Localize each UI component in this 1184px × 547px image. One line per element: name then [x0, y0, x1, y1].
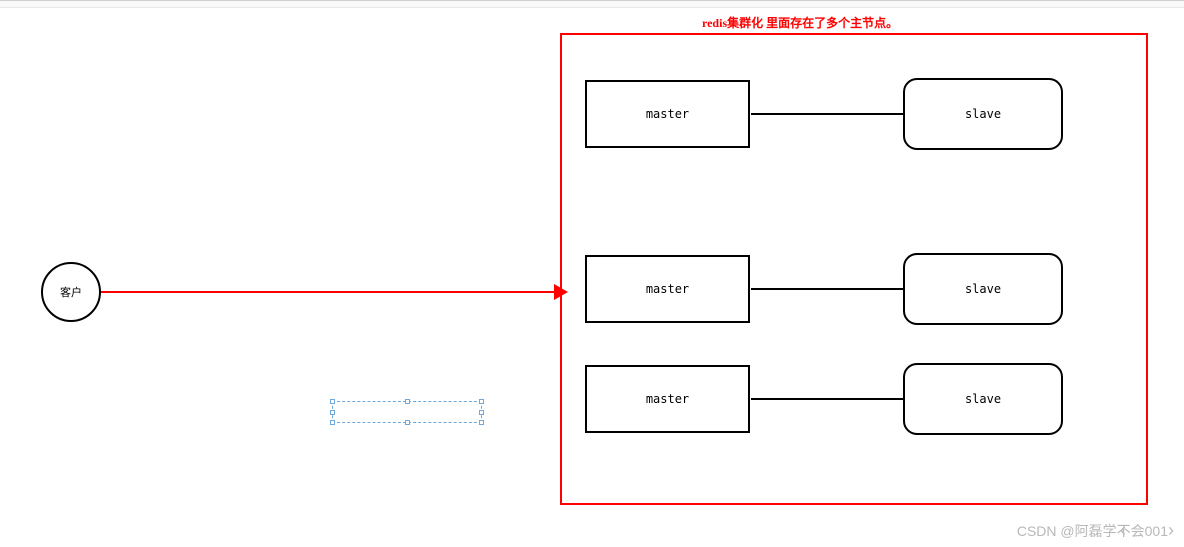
- master-label: master: [646, 282, 689, 296]
- selection-placeholder[interactable]: [332, 401, 482, 423]
- master-label: master: [646, 107, 689, 121]
- slave-node-3: slave: [903, 363, 1063, 435]
- master-node-1: master: [585, 80, 750, 148]
- connector-1: [751, 113, 903, 115]
- master-node-2: master: [585, 255, 750, 323]
- connector-3: [751, 398, 903, 400]
- nav-prev-icon[interactable]: ‹: [1120, 520, 1126, 541]
- resize-handle[interactable]: [405, 399, 410, 404]
- resize-handle[interactable]: [330, 410, 335, 415]
- client-to-cluster-line: [101, 291, 560, 293]
- watermark: CSDN @阿磊学不会001: [1017, 521, 1168, 541]
- slave-label: slave: [965, 392, 1001, 406]
- resize-handle[interactable]: [479, 420, 484, 425]
- nav-next-icon[interactable]: ›: [1168, 520, 1174, 541]
- slave-label: slave: [965, 282, 1001, 296]
- diagram-title: redis集群化 里面存在了多个主节点。: [702, 14, 898, 31]
- top-bar: [0, 0, 1184, 8]
- slave-label: slave: [965, 107, 1001, 121]
- resize-handle[interactable]: [479, 410, 484, 415]
- connector-2: [751, 288, 903, 290]
- master-node-3: master: [585, 365, 750, 433]
- resize-handle[interactable]: [330, 399, 335, 404]
- resize-handle[interactable]: [405, 420, 410, 425]
- slave-node-2: slave: [903, 253, 1063, 325]
- client-to-cluster-arrowhead: [554, 284, 568, 300]
- client-label: 客户: [60, 284, 82, 300]
- slave-node-1: slave: [903, 78, 1063, 150]
- client-node: 客户: [41, 262, 101, 322]
- master-label: master: [646, 392, 689, 406]
- resize-handle[interactable]: [479, 399, 484, 404]
- resize-handle[interactable]: [330, 420, 335, 425]
